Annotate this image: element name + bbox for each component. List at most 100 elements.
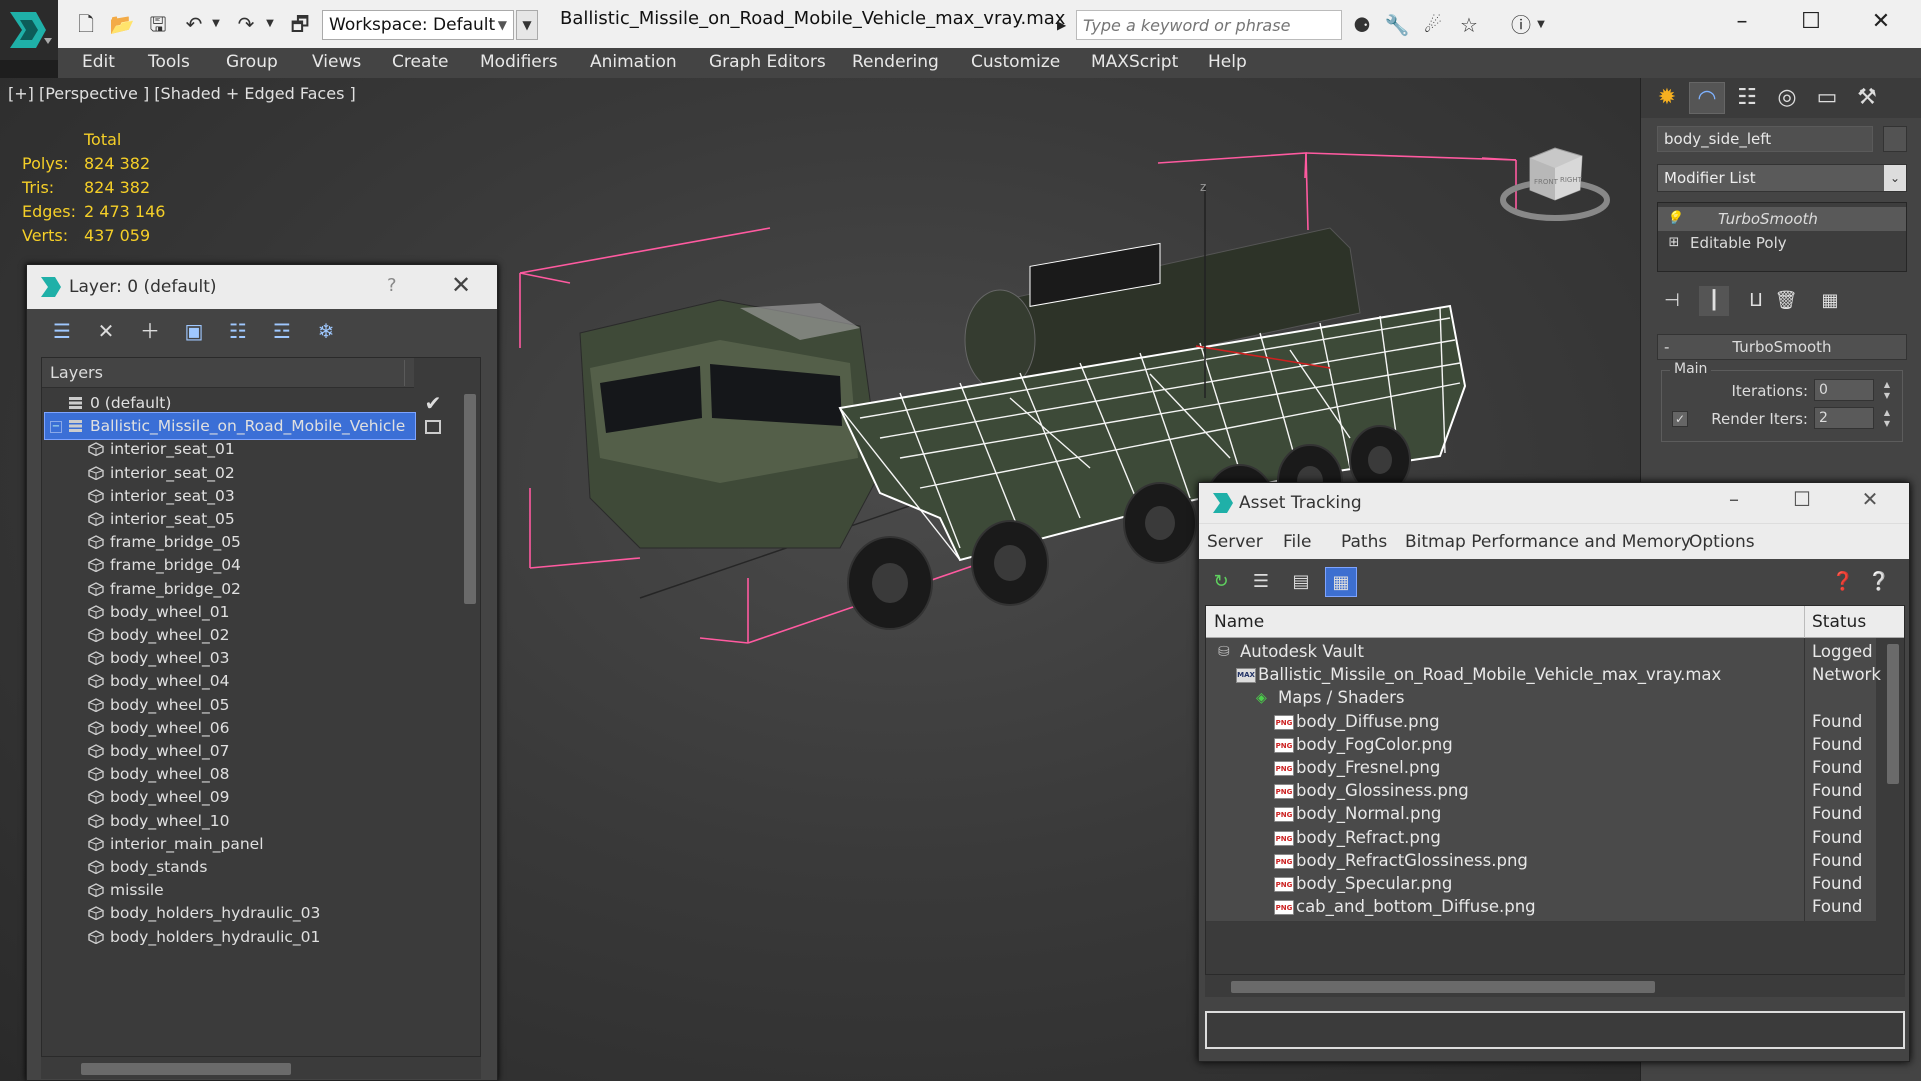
asset-path-status-field[interactable]: [1205, 1011, 1905, 1049]
menu-tools[interactable]: Tools: [148, 52, 190, 72]
scrollbar-thumb[interactable]: [81, 1063, 291, 1075]
collapse-icon[interactable]: −: [50, 421, 62, 434]
menu-graph-editors[interactable]: Graph Editors: [709, 52, 826, 72]
new-file-icon[interactable]: 🗋: [72, 10, 100, 38]
menu-rendering[interactable]: Rendering: [852, 52, 939, 72]
scrollbar-thumb[interactable]: [464, 394, 476, 604]
object-row[interactable]: body_holders_hydraulic_01: [42, 923, 454, 952]
minimize-icon[interactable]: –: [1709, 487, 1759, 511]
lightbulb-icon[interactable]: 💡: [1666, 207, 1682, 231]
hide-layers-icon[interactable]: ☲: [267, 317, 297, 345]
expand-plus-icon[interactable]: ⊞: [1666, 231, 1682, 255]
render-iters-spinner-field[interactable]: 2: [1814, 407, 1874, 429]
menu-create[interactable]: Create: [392, 52, 449, 72]
hierarchy-tab-icon[interactable]: ☷: [1729, 82, 1765, 114]
asset-menu-file[interactable]: File: [1283, 532, 1311, 552]
menu-group[interactable]: Group: [226, 52, 278, 72]
app-logo-icon[interactable]: [0, 0, 58, 60]
menu-customize[interactable]: Customize: [971, 52, 1060, 72]
freeze-layers-icon[interactable]: ❄: [311, 317, 341, 345]
vertical-scrollbar[interactable]: [460, 388, 480, 1056]
close-icon[interactable]: ✕: [451, 271, 471, 299]
pin-stack-icon[interactable]: ⊣: [1657, 286, 1687, 316]
remove-modifier-icon[interactable]: 🗑: [1771, 286, 1801, 316]
horizontal-scrollbar[interactable]: [41, 1057, 481, 1079]
project-folder-icon[interactable]: 🗗: [286, 10, 314, 38]
refresh-icon[interactable]: ↻: [1205, 567, 1237, 597]
menu-views[interactable]: Views: [312, 52, 361, 72]
table-view-icon[interactable]: ▦: [1325, 567, 1357, 597]
asset-menu-server[interactable]: Server: [1207, 532, 1263, 552]
undo-icon[interactable]: ↶: [180, 10, 208, 38]
display-tab-icon[interactable]: ▭: [1809, 82, 1845, 114]
scrollbar-thumb[interactable]: [1887, 644, 1899, 784]
rollout-header[interactable]: - TurboSmooth: [1657, 334, 1907, 360]
object-name-field[interactable]: [1657, 126, 1873, 152]
list-view-icon[interactable]: ☰: [1245, 567, 1277, 597]
maximize-icon[interactable]: ☐: [1777, 487, 1827, 511]
show-end-result-icon[interactable]: ┃: [1699, 286, 1729, 316]
make-current-layer-icon[interactable]: [425, 420, 441, 435]
minimize-button[interactable]: –: [1717, 4, 1767, 40]
undo-dropdown-icon[interactable]: ▼: [208, 10, 224, 38]
highlight-layer-icon[interactable]: ☷: [223, 317, 253, 345]
subscription-icon[interactable]: ☄: [1418, 10, 1448, 40]
menu-modifiers[interactable]: Modifiers: [480, 52, 558, 72]
delete-layer-icon[interactable]: ✕: [91, 317, 121, 345]
close-button[interactable]: ✕: [1856, 4, 1906, 40]
search-input[interactable]: [1076, 10, 1342, 40]
menu-animation[interactable]: Animation: [590, 52, 677, 72]
column-name-header[interactable]: Name: [1214, 606, 1264, 638]
column-status-header[interactable]: Status: [1812, 606, 1866, 638]
close-icon[interactable]: ✕: [1845, 487, 1895, 511]
search-expand-icon[interactable]: ▶: [1057, 12, 1073, 38]
viewcube[interactable]: FRONT RIGHT: [1500, 128, 1610, 228]
spinner-arrows-icon[interactable]: ▲ ▼: [1880, 407, 1894, 429]
vault-help-icon[interactable]: ❓: [1827, 567, 1859, 597]
redo-icon[interactable]: ↷: [232, 10, 260, 38]
help-icon[interactable]: ⓘ: [1506, 10, 1536, 40]
menu-edit[interactable]: Edit: [82, 52, 115, 72]
scrollbar-thumb[interactable]: [1231, 981, 1655, 993]
binoculars-icon[interactable]: ⚈: [1347, 10, 1377, 40]
help-dropdown-icon[interactable]: ▼: [1534, 10, 1548, 40]
asset-dialog-titlebar[interactable]: Asset Tracking – ☐ ✕: [1199, 483, 1909, 523]
horizontal-scrollbar[interactable]: [1205, 975, 1905, 997]
modify-tab-icon[interactable]: ◠: [1689, 82, 1725, 114]
stack-item-turbosmooth[interactable]: 💡 TurboSmooth: [1658, 207, 1906, 231]
asset-row[interactable]: cab_and_bottom_Diffuse.png Found: [1206, 893, 1876, 922]
create-tab-icon[interactable]: ✹: [1649, 82, 1685, 114]
object-color-swatch[interactable]: [1883, 126, 1907, 152]
column-divider[interactable]: [1804, 606, 1805, 638]
quick-access-dropdown[interactable]: ▼: [516, 10, 538, 40]
modifier-list-dropdown[interactable]: Modifier List ⌄: [1657, 164, 1907, 192]
thumbnail-view-icon[interactable]: ▤: [1285, 567, 1317, 597]
select-objects-icon[interactable]: ▣: [179, 317, 209, 345]
asset-menu-paths[interactable]: Paths: [1341, 532, 1387, 552]
iterations-spinner-field[interactable]: 0: [1814, 379, 1874, 401]
maximize-button[interactable]: ☐: [1786, 4, 1836, 40]
make-unique-icon[interactable]: ⨿: [1741, 286, 1771, 316]
utilities-tab-icon[interactable]: ⚒: [1849, 82, 1885, 114]
help-icon[interactable]: ?: [387, 275, 397, 296]
motion-tab-icon[interactable]: ◎: [1769, 82, 1805, 114]
favorites-star-icon[interactable]: ☆: [1454, 10, 1484, 40]
layers-column-header[interactable]: Layers: [42, 358, 414, 388]
spinner-arrows-icon[interactable]: ▲ ▼: [1880, 379, 1894, 401]
help-context-icon[interactable]: ❔: [1863, 567, 1895, 597]
create-layer-icon[interactable]: ☰: [47, 317, 77, 345]
menu-maxscript[interactable]: MAXScript: [1091, 52, 1178, 72]
open-file-icon[interactable]: 📂: [108, 10, 136, 38]
configure-sets-icon[interactable]: ▦: [1815, 286, 1845, 316]
viewport-label[interactable]: [+] [Perspective ] [Shaded + Edged Faces…: [8, 84, 356, 103]
add-to-layer-icon[interactable]: ＋: [135, 317, 165, 345]
tools-icon[interactable]: 🔧: [1382, 10, 1412, 40]
menu-help[interactable]: Help: [1208, 52, 1247, 72]
vertical-scrollbar[interactable]: [1882, 638, 1904, 974]
layer-dialog-titlebar[interactable]: Layer: 0 (default) ? ✕: [27, 265, 497, 309]
asset-menu-bitmap-performance[interactable]: Bitmap Performance and Memory: [1405, 532, 1691, 552]
workspace-selector[interactable]: Workspace: Default ▼: [322, 10, 514, 40]
save-icon[interactable]: 🖫: [144, 10, 172, 38]
asset-menu-options[interactable]: Options: [1689, 532, 1755, 552]
stack-item-editable-poly[interactable]: ⊞ Editable Poly: [1658, 231, 1906, 255]
